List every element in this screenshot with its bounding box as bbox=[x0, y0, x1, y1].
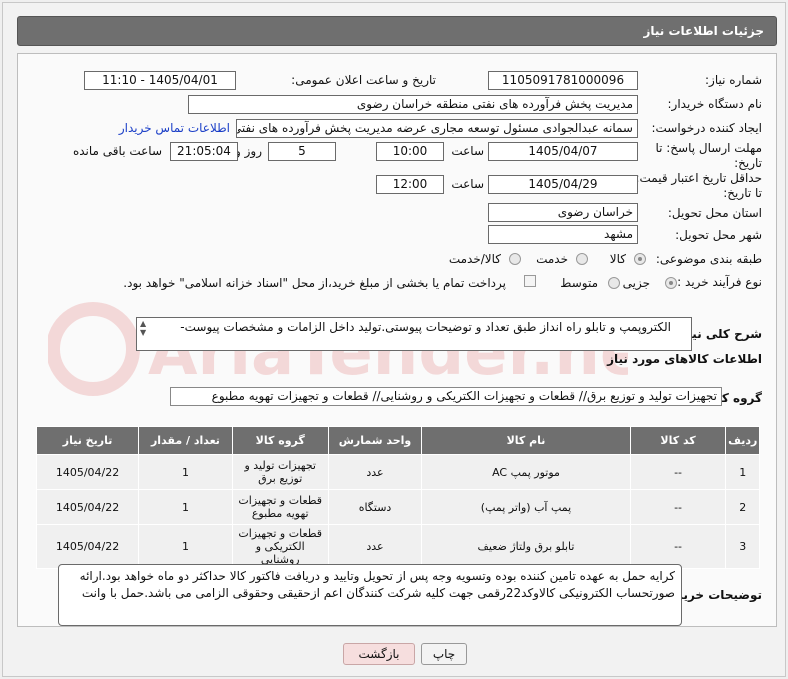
province-label: استان محل تحویل: bbox=[667, 206, 762, 220]
description-text: الکتروپمپ و تابلو راه انداز طبق تعداد و … bbox=[180, 320, 671, 334]
process-option-medium: متوسط bbox=[560, 276, 598, 290]
cell-group: قطعات و تجهیزات الکتریکی و روشنایی bbox=[231, 524, 329, 569]
validity-label-date: تا تاریخ: bbox=[723, 186, 762, 200]
cell-name: موتور پمپ AC bbox=[421, 454, 631, 490]
category-option-service: خدمت bbox=[536, 252, 568, 266]
validity-date: 1405/04/29 bbox=[488, 175, 638, 194]
need-number-value: 1105091781000096 bbox=[488, 71, 638, 90]
category-option-goods: کالا bbox=[609, 252, 626, 266]
goods-table: ردیف کد کالا نام کالا واحد شمارش گروه کا… bbox=[35, 426, 760, 569]
validity-label: حداقل تاریخ اعتبار قیمت: bbox=[635, 171, 762, 185]
cell-need-date: 1405/04/22 bbox=[35, 454, 140, 490]
requester-label: ایجاد کننده درخواست: bbox=[651, 121, 762, 135]
cell-quantity: 1 bbox=[138, 454, 233, 490]
buyer-org-value: مدیریت پخش فرآورده های نفتی منطقه خراسان… bbox=[188, 95, 638, 114]
cell-row: 1 bbox=[725, 454, 760, 490]
col-quantity: تعداد / مقدار bbox=[138, 426, 233, 455]
category-radio-goods[interactable] bbox=[634, 253, 646, 265]
back-button[interactable]: بازگشت bbox=[343, 643, 415, 665]
buyer-notes-text: کرایه حمل به عهده تامین کننده بوده وتسوی… bbox=[79, 569, 675, 600]
remaining-time: 21:05:04 bbox=[170, 142, 238, 161]
table-row: 3 -- تابلو برق ولتاژ ضعیف عدد قطعات و تج… bbox=[35, 524, 760, 569]
process-radio-minor[interactable] bbox=[665, 277, 677, 289]
validity-time-label: ساعت bbox=[451, 177, 484, 191]
days-label: روز و bbox=[235, 144, 262, 158]
col-row: ردیف bbox=[725, 426, 760, 455]
deadline-time: 10:00 bbox=[376, 142, 444, 161]
col-need-date: تاریخ نیاز bbox=[35, 426, 140, 455]
col-unit: واحد شمارش bbox=[327, 426, 423, 455]
city-value: مشهد bbox=[488, 225, 638, 244]
deadline-date: 1405/04/07 bbox=[488, 142, 638, 161]
cell-group: تجهیزات تولید و توزیع برق bbox=[231, 454, 329, 490]
cell-quantity: 1 bbox=[138, 489, 233, 525]
category-label: طبقه بندی موضوعی: bbox=[655, 252, 762, 266]
category-radio-service[interactable] bbox=[576, 253, 588, 265]
cell-code: -- bbox=[629, 454, 727, 490]
print-button[interactable]: چاپ bbox=[421, 643, 467, 665]
announce-value: 1405/04/01 - 11:10 bbox=[84, 71, 236, 90]
cell-group: قطعات و تجهیزات تهویه مطبوع bbox=[231, 489, 329, 525]
cell-code: -- bbox=[629, 524, 727, 569]
goods-table-header: ردیف کد کالا نام کالا واحد شمارش گروه کا… bbox=[35, 426, 760, 455]
table-row: 1 -- موتور پمپ AC عدد تجهیزات تولید و تو… bbox=[35, 454, 760, 490]
cell-code: -- bbox=[629, 489, 727, 525]
validity-time: 12:00 bbox=[376, 175, 444, 194]
city-label: شهر محل تحویل: bbox=[675, 228, 762, 242]
announce-label: تاریخ و ساعت اعلان عمومی: bbox=[291, 73, 436, 87]
category-radio-both[interactable] bbox=[509, 253, 521, 265]
goods-group-value: تجهیزات تولید و توزیع برق// قطعات و تجهی… bbox=[170, 387, 722, 406]
description-textarea[interactable]: الکتروپمپ و تابلو راه انداز طبق تعداد و … bbox=[136, 317, 692, 351]
category-option-both: کالا/خدمت bbox=[448, 252, 501, 266]
page-header: جزئیات اطلاعات نیاز bbox=[17, 16, 777, 46]
days-remaining: 5 bbox=[268, 142, 336, 161]
process-option-minor: جزیی bbox=[622, 276, 650, 290]
goods-section-title: اطلاعات کالاهای مورد نیاز bbox=[607, 352, 762, 366]
buyer-org-label: نام دستگاه خریدار: bbox=[667, 97, 763, 111]
cell-row: 2 bbox=[725, 489, 760, 525]
need-number-label: شماره نیاز: bbox=[705, 73, 762, 87]
scroll-arrows-icon[interactable]: ▲ ▼ bbox=[140, 319, 146, 337]
remaining-label: ساعت باقی مانده bbox=[72, 144, 162, 158]
deadline-label: مهلت ارسال پاسخ: تا bbox=[655, 141, 762, 155]
details-panel: AriaTender.net شماره نیاز: 1105091781000… bbox=[17, 53, 777, 627]
requester-value: سمانه عبدالجوادی مسئول توسعه مجاری عرضه … bbox=[236, 119, 638, 138]
cell-unit: عدد bbox=[327, 524, 423, 569]
table-row: 2 -- پمپ آب (واتر پمپ) دستگاه قطعات و تج… bbox=[35, 489, 760, 525]
province-value: خراسان رضوی bbox=[488, 203, 638, 222]
buyer-contact-link[interactable]: اطلاعات تماس خریدار bbox=[119, 121, 230, 135]
process-radio-medium[interactable] bbox=[608, 277, 620, 289]
deadline-time-label: ساعت bbox=[451, 144, 484, 158]
col-name: نام کالا bbox=[421, 426, 631, 455]
cell-row: 3 bbox=[725, 524, 760, 569]
page-frame: جزئیات اطلاعات نیاز AriaTender.net شماره… bbox=[2, 2, 786, 677]
process-label: نوع فرآیند خرید : bbox=[677, 275, 762, 289]
cell-unit: عدد bbox=[327, 454, 423, 490]
col-code: کد کالا bbox=[629, 426, 727, 455]
payment-note: پرداخت تمام یا بخشی از مبلغ خرید،از محل … bbox=[123, 276, 506, 290]
cell-need-date: 1405/04/22 bbox=[35, 489, 140, 525]
page-title: جزئیات اطلاعات نیاز bbox=[643, 24, 764, 38]
buyer-notes-box: کرایه حمل به عهده تامین کننده بوده وتسوی… bbox=[58, 564, 682, 626]
cell-name: تابلو برق ولتاژ ضعیف bbox=[421, 524, 631, 569]
cell-unit: دستگاه bbox=[327, 489, 423, 525]
cell-need-date: 1405/04/22 bbox=[35, 524, 140, 569]
col-group: گروه کالا bbox=[231, 426, 329, 455]
cell-name: پمپ آب (واتر پمپ) bbox=[421, 489, 631, 525]
deadline-label-date: تاریخ: bbox=[734, 156, 762, 170]
cell-quantity: 1 bbox=[138, 524, 233, 569]
treasury-payment-checkbox[interactable] bbox=[524, 275, 536, 287]
